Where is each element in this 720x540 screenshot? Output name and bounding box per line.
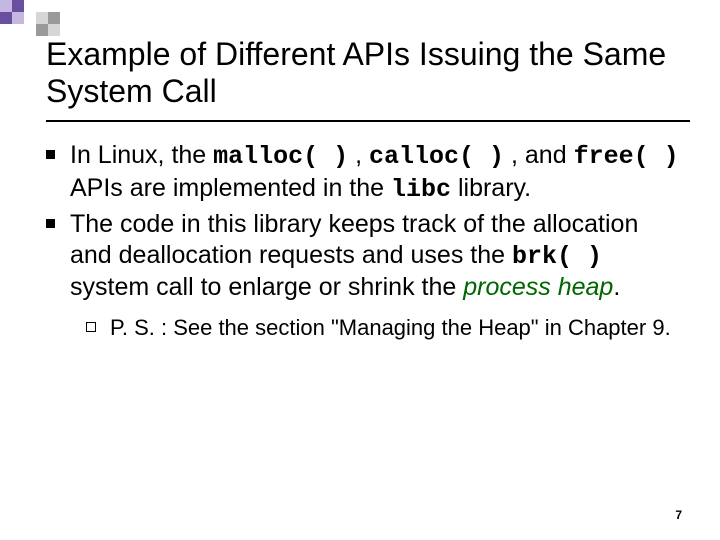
outline-square-bullet-icon <box>86 315 110 342</box>
square-bullet-icon <box>46 140 70 205</box>
slide-title: Example of Different APIs Issuing the Sa… <box>46 36 680 110</box>
code-run: brk( ) <box>512 242 602 271</box>
sub-bullet-text: P. S. : See the section "Managing the He… <box>110 315 680 342</box>
text-run: system call to enlarge or shrink the <box>70 273 463 301</box>
text-run: , <box>348 141 369 169</box>
page-number: 7 <box>675 508 682 522</box>
sub-bullet-item: P. S. : See the section "Managing the He… <box>86 315 680 342</box>
text-run: APIs are implemented in the <box>70 174 391 202</box>
code-run: malloc( ) <box>213 142 348 171</box>
code-run: calloc( ) <box>369 142 504 171</box>
code-run: libc <box>391 175 451 204</box>
bullet-text: The code in this library keeps track of … <box>70 209 680 303</box>
text-run: In Linux, the <box>70 141 213 169</box>
corner-decoration <box>0 0 120 40</box>
sub-body: See the section "Managing the Heap" in C… <box>173 315 671 340</box>
slide-content: In Linux, the malloc( ) , calloc( ) , an… <box>46 140 680 341</box>
text-run: library. <box>451 174 531 202</box>
sub-bullets: P. S. : See the section "Managing the He… <box>86 315 680 342</box>
bullet-item: The code in this library keeps track of … <box>46 209 680 303</box>
code-run: free( ) <box>574 142 679 171</box>
text-run: . <box>613 273 620 301</box>
emphasis-run: process heap <box>463 273 613 301</box>
bullet-text: In Linux, the malloc( ) , calloc( ) , an… <box>70 140 680 205</box>
square-bullet-icon <box>46 209 70 303</box>
title-underline <box>46 120 690 122</box>
sub-label: P. S. : <box>110 315 173 340</box>
text-run: , and <box>504 141 574 169</box>
bullet-item: In Linux, the malloc( ) , calloc( ) , an… <box>46 140 680 205</box>
